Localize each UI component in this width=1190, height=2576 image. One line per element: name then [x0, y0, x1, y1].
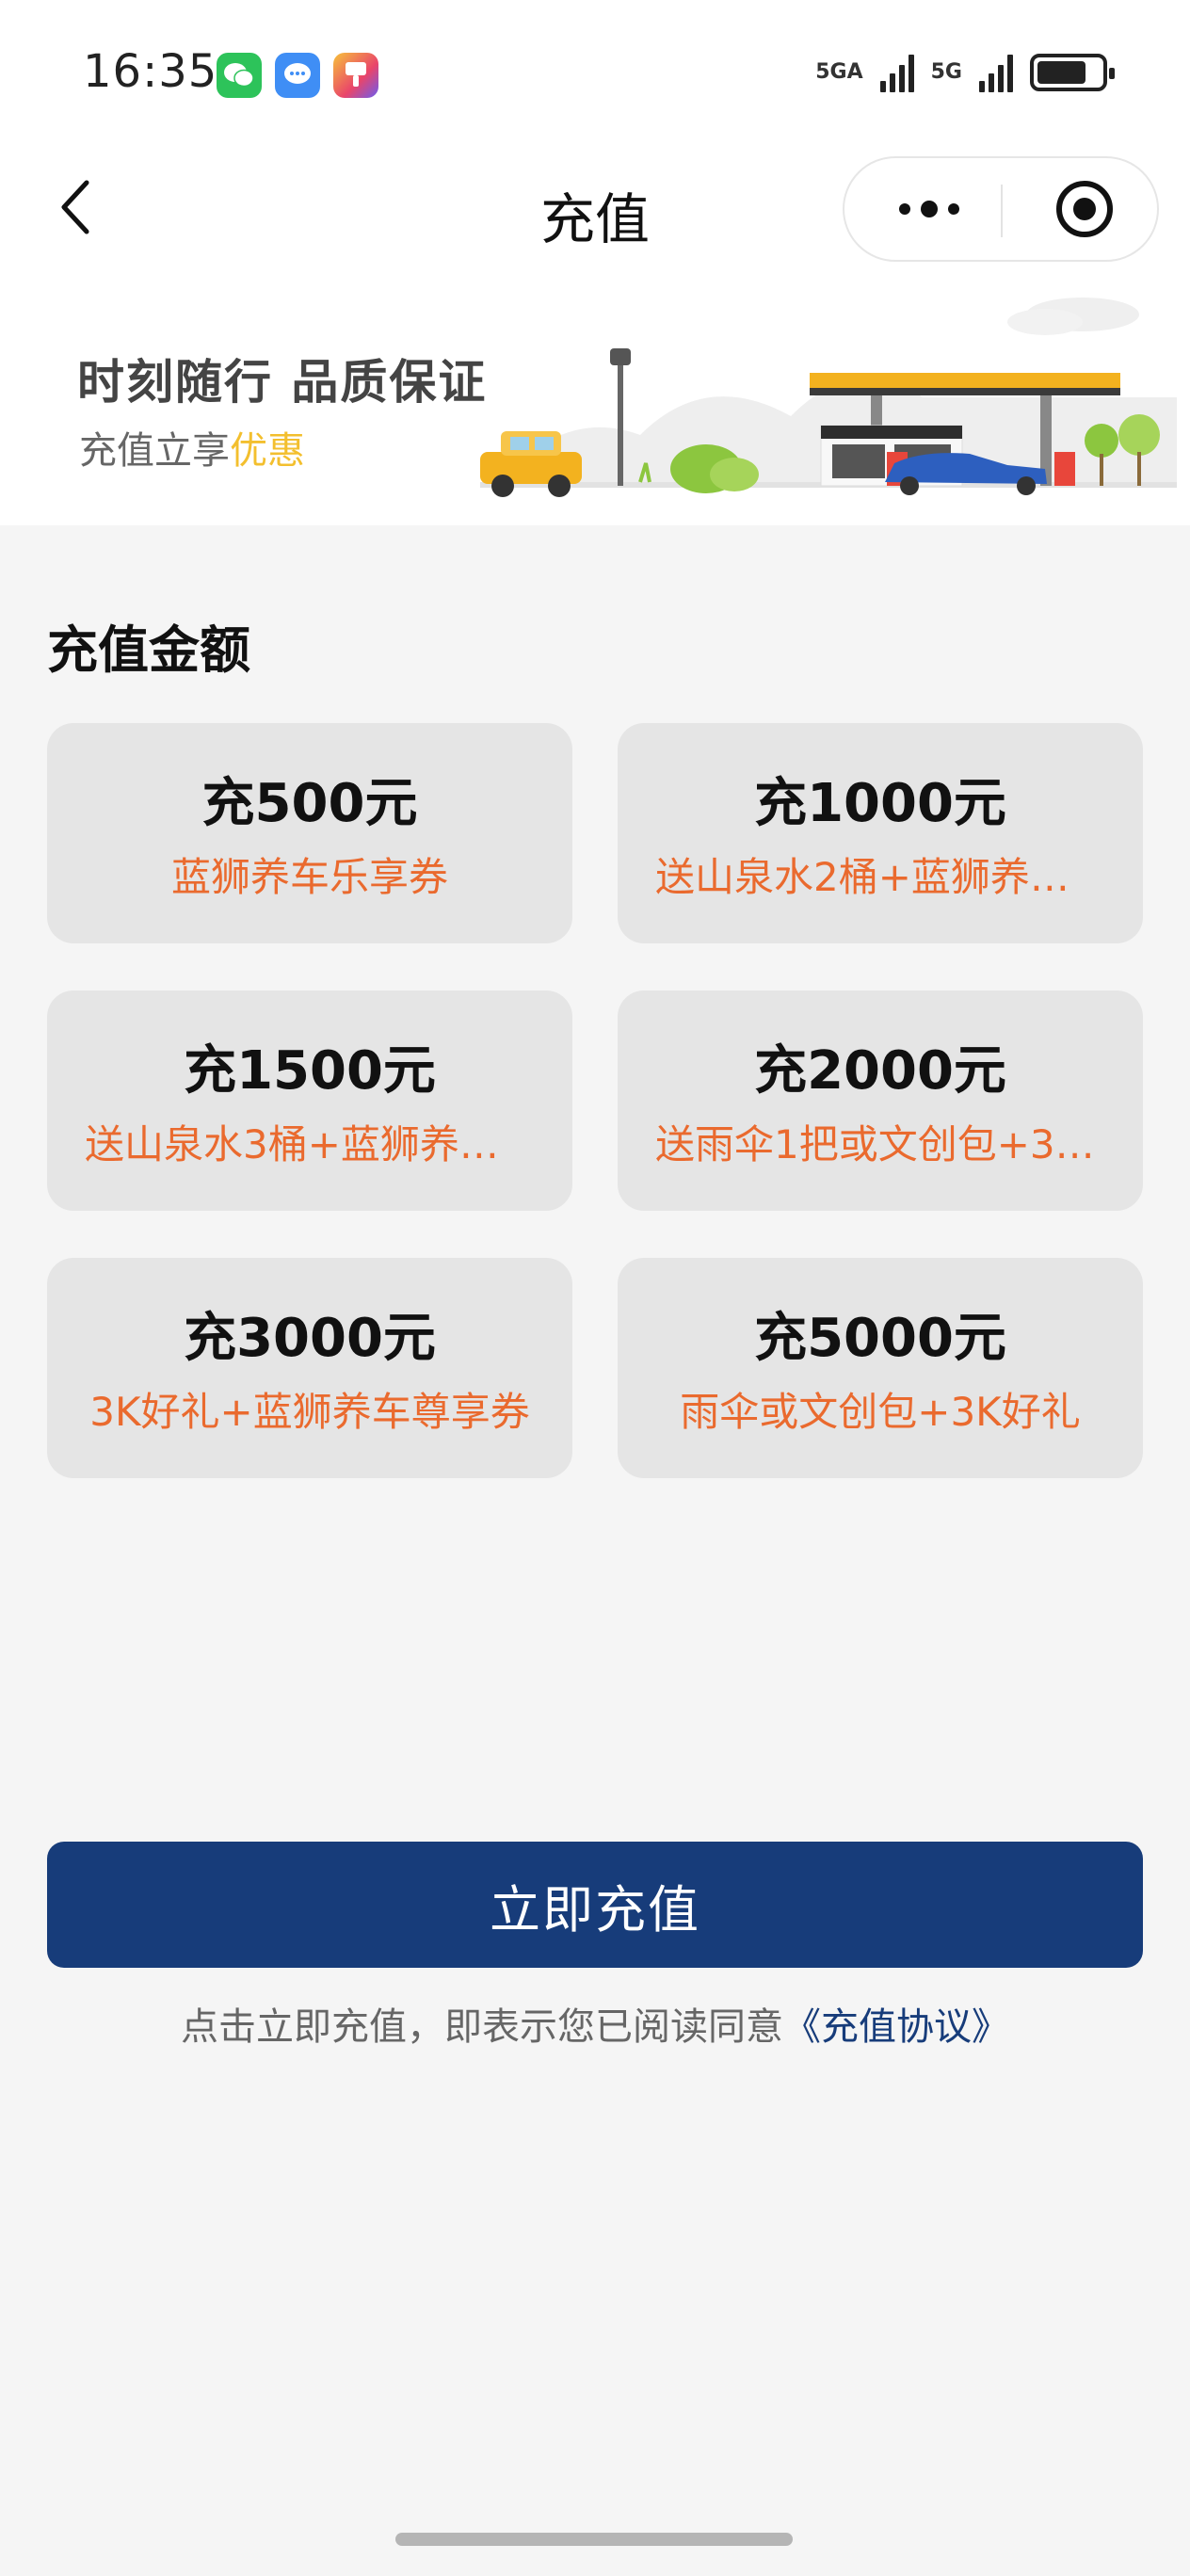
signal-icon-2 [979, 53, 1013, 92]
gas-station-illustration [480, 298, 1177, 497]
signal-icon-1 [879, 53, 914, 92]
agreement-text: 点击立即充值，即表示您已阅读同意 [181, 2005, 783, 2049]
banner-subtitle-prefix: 充值立享 [79, 429, 230, 473]
brush-icon [333, 53, 378, 98]
capsule-divider [1001, 185, 1003, 237]
recharge-option-1000[interactable]: 充1000元 送山泉水2桶+蓝狮养车乐享券 [618, 723, 1143, 943]
target-circle-icon [1056, 181, 1113, 237]
option-amount: 充3000元 [184, 1308, 436, 1369]
agreement-link[interactable]: 《充值协议》 [783, 2005, 1009, 2049]
option-desc: 雨伞或文创包+3K好礼 [680, 1389, 1081, 1435]
recharge-option-3000[interactable]: 充3000元 3K好礼+蓝狮养车尊享券 [47, 1258, 572, 1478]
network-label-2: 5G [930, 60, 962, 84]
more-dots-icon [899, 201, 959, 217]
recharge-option-500[interactable]: 充500元 蓝狮养车乐享券 [47, 723, 572, 943]
section-title: 充值金额 [47, 620, 250, 680]
option-amount: 充500元 [201, 773, 418, 834]
status-indicators: 5GA 5G [815, 53, 1115, 92]
option-desc: 送雨伞1把或文创包+3K好礼 [655, 1121, 1105, 1167]
message-icon [275, 53, 320, 98]
agreement-notice: 点击立即充值，即表示您已阅读同意《充值协议》 [0, 1996, 1190, 2051]
banner-subtitle: 充值立享优惠 [79, 420, 305, 475]
banner-subtitle-highlight: 优惠 [230, 429, 305, 473]
status-app-icons [217, 53, 378, 98]
banner-title: 时刻随行 品质保证 [77, 355, 488, 410]
option-desc: 3K好礼+蓝狮养车尊享券 [89, 1389, 530, 1435]
close-button[interactable] [1042, 158, 1127, 260]
network-label-1: 5GA [815, 60, 863, 84]
recharge-now-button[interactable]: 立即充值 [47, 1842, 1143, 1968]
status-time: 16:35 [83, 45, 218, 98]
option-amount: 充1500元 [184, 1040, 436, 1102]
battery-fill [1037, 61, 1086, 84]
promo-banner[interactable]: 时刻随行 品质保证 充值立享优惠 [0, 266, 1190, 525]
option-desc: 蓝狮养车乐享券 [170, 854, 448, 900]
nav-bar: 充值 [0, 151, 1190, 266]
option-amount: 充1000元 [754, 773, 1006, 834]
more-button[interactable] [882, 158, 976, 260]
recharge-option-1500[interactable]: 充1500元 送山泉水3桶+蓝狮养车乐享券 [47, 990, 572, 1211]
option-desc: 送山泉水3桶+蓝狮养车乐享券 [85, 1121, 535, 1167]
recharge-option-2000[interactable]: 充2000元 送雨伞1把或文创包+3K好礼 [618, 990, 1143, 1211]
wechat-icon [217, 53, 262, 98]
option-amount: 充5000元 [754, 1308, 1006, 1369]
status-bar: 16:35 5GA 5G [0, 0, 1190, 151]
home-indicator[interactable] [395, 2533, 793, 2546]
option-desc: 送山泉水2桶+蓝狮养车乐享券 [655, 854, 1105, 900]
battery-icon [1030, 54, 1115, 91]
option-amount: 充2000元 [754, 1040, 1006, 1102]
recharge-option-5000[interactable]: 充5000元 雨伞或文创包+3K好礼 [618, 1258, 1143, 1478]
mini-program-capsule [843, 156, 1159, 262]
